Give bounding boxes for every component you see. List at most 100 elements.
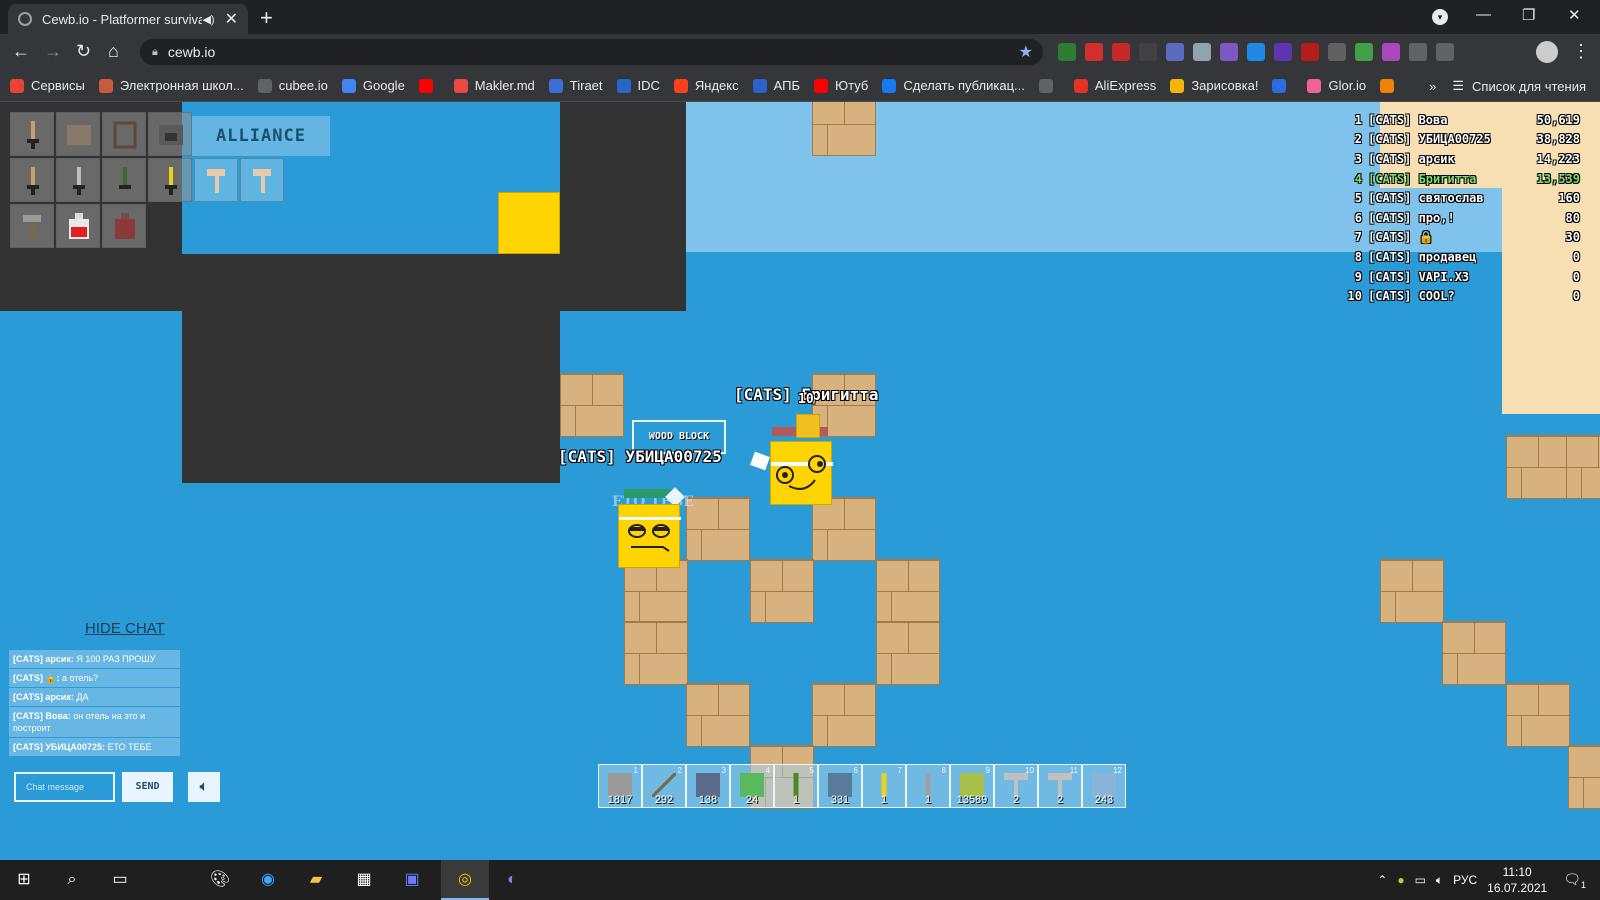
reload-icon[interactable]: ↻: [76, 41, 91, 62]
search-icon[interactable]: ⌕: [60, 868, 84, 892]
edge-icon[interactable]: ◉: [256, 868, 280, 892]
bookmark-item[interactable]: [1038, 78, 1060, 93]
puzzle-icon[interactable]: [1409, 43, 1427, 61]
paint-icon[interactable]: 🎨︎: [208, 868, 232, 892]
hotbar-slot[interactable]: 4 24: [730, 764, 774, 808]
windows-start-icon[interactable]: ⊞: [12, 868, 36, 892]
save-icon[interactable]: ▣: [400, 868, 424, 892]
kebab-menu-icon[interactable]: ⋮: [1572, 41, 1590, 62]
store-icon[interactable]: ▦: [352, 868, 376, 892]
bookmark-item[interactable]: Ютуб: [814, 78, 868, 93]
hotbar-slot[interactable]: 9 13589: [950, 764, 994, 808]
clock[interactable]: 11:10 16.07.2021: [1487, 864, 1547, 896]
hotbar-slot[interactable]: 2 292: [642, 764, 686, 808]
bookmark-item[interactable]: cubee.io: [257, 78, 328, 93]
media-control-icon[interactable]: [1436, 43, 1454, 61]
hotbar-slot[interactable]: 3 138: [686, 764, 730, 808]
bookmark-item[interactable]: IDC: [616, 78, 660, 93]
extension-icon[interactable]: [1355, 43, 1373, 61]
extension-icon[interactable]: [1382, 43, 1400, 61]
notifications-icon[interactable]: 🗨︎1: [1563, 871, 1586, 890]
inventory-slot[interactable]: [10, 204, 54, 248]
extension-icon[interactable]: [1301, 43, 1319, 61]
bookmark-item[interactable]: Makler.md: [453, 78, 535, 93]
player-character[interactable]: [770, 441, 833, 505]
inventory-slot[interactable]: [10, 158, 54, 202]
tab-close-icon[interactable]: ✕: [225, 9, 238, 29]
hotbar-slot[interactable]: 11 2: [1038, 764, 1082, 808]
send-button[interactable]: SEND: [122, 772, 173, 802]
bookmark-item[interactable]: Зарисовка!: [1170, 78, 1258, 93]
bookmark-item[interactable]: АПБ: [752, 78, 800, 93]
reading-list-button[interactable]: Список для чтения: [1472, 79, 1586, 94]
bookmarks-more-button[interactable]: »: [1429, 79, 1436, 94]
bookmark-item[interactable]: [1272, 78, 1293, 93]
browser-tab[interactable]: Cewb.io - Platformer survival ◀) ✕: [8, 4, 248, 34]
hotbar-slot[interactable]: 12 243: [1082, 764, 1126, 808]
bookmark-item[interactable]: Google: [341, 78, 405, 93]
inventory-slot[interactable]: [148, 112, 192, 156]
inventory-slot[interactable]: [240, 158, 284, 202]
inventory-slot[interactable]: [10, 112, 54, 156]
inventory-slot[interactable]: [56, 112, 100, 156]
chat-input[interactable]: Chat message: [14, 772, 115, 802]
address-bar[interactable]: 🔒︎ cewb.io ★: [140, 39, 1043, 65]
bookmark-item[interactable]: AliExpress: [1073, 78, 1156, 93]
extension-icon[interactable]: [1193, 43, 1211, 61]
inventory-slot[interactable]: [102, 204, 146, 248]
home-icon[interactable]: ⌂: [108, 41, 119, 62]
bookmark-item[interactable]: Электронная школ...: [98, 78, 244, 93]
hotbar-slot[interactable]: 81: [906, 764, 950, 808]
hotbar-slot[interactable]: 6 331: [818, 764, 862, 808]
volume-icon[interactable]: 🔈︎: [1436, 873, 1443, 888]
tray-app-icon[interactable]: ●: [1397, 873, 1404, 887]
hide-chat-link[interactable]: HIDE CHAT: [85, 620, 165, 637]
self-character[interactable]: [618, 504, 681, 568]
forward-icon[interactable]: →: [44, 41, 62, 62]
inventory-slot[interactable]: [102, 112, 146, 156]
extension-icon[interactable]: [1112, 43, 1130, 61]
extension-icon[interactable]: [1085, 43, 1103, 61]
hotbar-slot[interactable]: 10 2: [994, 764, 1038, 808]
back-icon[interactable]: ←: [12, 41, 30, 62]
extension-icon[interactable]: [1274, 43, 1292, 61]
new-tab-button[interactable]: +: [260, 5, 273, 31]
hotbar-slot[interactable]: 1 1817: [598, 764, 642, 808]
tab-audio-icon[interactable]: ◀): [202, 13, 214, 26]
discord-icon[interactable]: ◐: [500, 868, 524, 892]
bookmark-item[interactable]: Яндекс: [673, 78, 739, 93]
bookmark-item[interactable]: [418, 78, 440, 93]
bookmark-item[interactable]: Сделать публикац...: [882, 78, 1025, 93]
extension-icon[interactable]: [1328, 43, 1346, 61]
alliance-button[interactable]: ALLIANCE: [192, 116, 330, 156]
bookmark-star-icon[interactable]: ★: [1019, 42, 1033, 62]
game-canvas[interactable]: ALLIANCE WOOD BLOCK [CATS] Бригитта 10 […: [0, 102, 1600, 860]
inventory-slot[interactable]: [56, 204, 100, 248]
bookmark-item[interactable]: Tiraet: [548, 78, 603, 93]
extension-icon[interactable]: [1058, 43, 1076, 61]
extension-icon[interactable]: [1166, 43, 1184, 61]
extension-icon[interactable]: [1139, 43, 1157, 61]
inventory-slot[interactable]: [194, 158, 238, 202]
extension-icon[interactable]: [1220, 43, 1238, 61]
task-view-icon[interactable]: ▭: [108, 868, 132, 892]
hotbar-slot[interactable]: 71: [862, 764, 906, 808]
bookmark-item[interactable]: Сервисы: [10, 78, 85, 93]
inventory-slot[interactable]: [102, 158, 146, 202]
close-window-icon[interactable]: ✕: [1568, 6, 1581, 24]
profile-avatar[interactable]: [1536, 41, 1558, 63]
sound-toggle-icon[interactable]: 🔈︎: [188, 772, 220, 802]
extension-icon[interactable]: [1247, 43, 1265, 61]
minimize-icon[interactable]: —: [1476, 6, 1491, 23]
tab-search-icon[interactable]: ▾: [1432, 9, 1448, 25]
bookmark-item[interactable]: [1380, 78, 1401, 93]
inventory-slot[interactable]: [56, 158, 100, 202]
language-indicator[interactable]: РУС: [1453, 873, 1477, 887]
bookmark-item[interactable]: Glor.io: [1307, 78, 1366, 93]
network-icon[interactable]: ▭: [1415, 873, 1426, 887]
tray-chevron-icon[interactable]: ⌃: [1377, 873, 1387, 887]
restore-icon[interactable]: ❐: [1522, 6, 1535, 24]
file-explorer-icon[interactable]: ▰: [304, 868, 328, 892]
hotbar-slot[interactable]: 51: [774, 764, 818, 808]
inventory-slot[interactable]: [148, 158, 192, 202]
